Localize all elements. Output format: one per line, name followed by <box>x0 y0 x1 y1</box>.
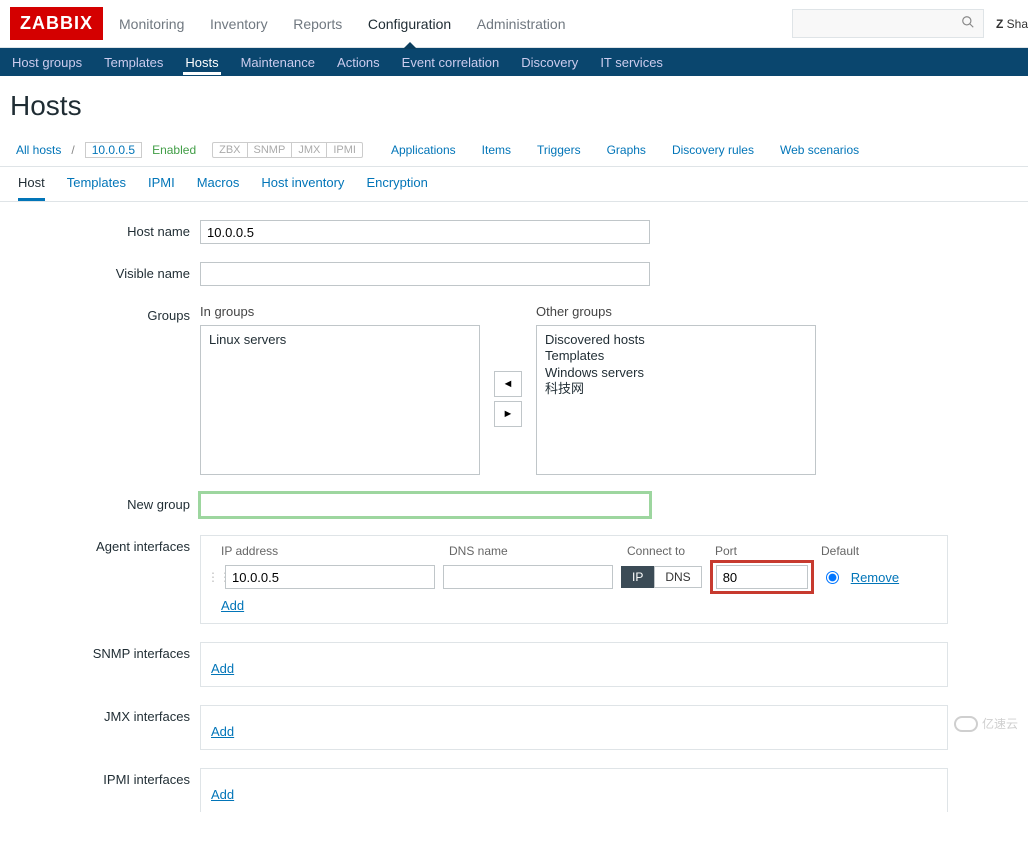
input-newgroup[interactable] <box>200 493 650 517</box>
avail-ipmi: IPMI <box>327 143 362 157</box>
nav-monitoring[interactable]: Monitoring <box>119 16 184 32</box>
subnav-discovery[interactable]: Discovery <box>519 50 580 75</box>
input-dnsname[interactable] <box>443 565 613 589</box>
link-triggers[interactable]: Triggers <box>537 143 581 157</box>
list-item[interactable]: Windows servers <box>545 365 807 381</box>
list-item[interactable]: Templates <box>545 348 807 364</box>
listbox-othergroups[interactable]: Discovered hosts Templates Windows serve… <box>536 325 816 475</box>
breadcrumb-current: 10.0.0.5 <box>85 142 142 158</box>
remove-interface-link[interactable]: Remove <box>851 570 899 585</box>
main-nav: Monitoring Inventory Reports Configurati… <box>119 16 587 32</box>
label-othergroups: Other groups <box>536 304 816 319</box>
link-webscenarios[interactable]: Web scenarios <box>780 143 859 157</box>
watermark: 亿速云 <box>954 715 1018 732</box>
col-ipaddress: IP address <box>221 544 449 558</box>
list-item[interactable]: 科技网 <box>545 381 807 397</box>
label-groups: Groups <box>10 304 200 323</box>
subnav-actions[interactable]: Actions <box>335 50 382 75</box>
header-right: Z Sha <box>792 9 1028 38</box>
label-jmxinterfaces: JMX interfaces <box>10 705 200 724</box>
cloud-icon <box>954 716 978 732</box>
host-tabs: Host Templates IPMI Macros Host inventor… <box>0 167 1028 202</box>
search-input[interactable] <box>793 10 953 37</box>
avail-snmp: SNMP <box>248 143 293 157</box>
input-ipaddress[interactable] <box>225 565 435 589</box>
add-snmp-interface-link[interactable]: Add <box>211 661 234 676</box>
col-port: Port <box>715 544 821 558</box>
filter-row: All hosts / 10.0.0.5 Enabled ZBX SNMP JM… <box>0 134 1028 167</box>
tab-host[interactable]: Host <box>18 175 45 201</box>
jmx-interfaces-box: Add <box>200 705 948 750</box>
label-ingroups: In groups <box>200 304 480 319</box>
subnav-templates[interactable]: Templates <box>102 50 165 75</box>
agent-interfaces-box: IP address DNS name Connect to Port Defa… <box>200 535 948 624</box>
connect-dns-button[interactable]: DNS <box>654 566 701 588</box>
connect-to-toggle: IP DNS <box>621 566 702 588</box>
label-hostname: Host name <box>10 220 200 239</box>
snmp-interfaces-box: Add <box>200 642 948 687</box>
link-graphs[interactable]: Graphs <box>607 143 646 157</box>
avail-jmx: JMX <box>292 143 327 157</box>
tab-ipmi[interactable]: IPMI <box>148 175 175 201</box>
zabbix-logo[interactable]: ZABBIX <box>10 7 103 40</box>
nav-inventory[interactable]: Inventory <box>210 16 268 32</box>
tab-hostinventory[interactable]: Host inventory <box>261 175 344 201</box>
add-ipmi-interface-link[interactable]: Add <box>211 787 234 802</box>
availability-group: ZBX SNMP JMX IPMI <box>212 142 363 158</box>
radio-default[interactable] <box>826 571 839 584</box>
nav-administration[interactable]: Administration <box>477 16 566 32</box>
label-agentinterfaces: Agent interfaces <box>10 535 200 554</box>
list-item[interactable]: Discovered hosts <box>545 332 807 348</box>
port-highlight <box>710 560 814 594</box>
breadcrumb-separator: / <box>71 143 74 157</box>
avail-zbx: ZBX <box>213 143 247 157</box>
host-form: Host name Visible name Groups In groups … <box>0 202 1028 848</box>
link-applications[interactable]: Applications <box>391 143 456 157</box>
link-discoveryrules[interactable]: Discovery rules <box>672 143 754 157</box>
input-visiblename[interactable] <box>200 262 650 286</box>
listbox-ingroups[interactable]: Linux servers <box>200 325 480 475</box>
label-visiblename: Visible name <box>10 262 200 281</box>
ipmi-interfaces-box: Add <box>200 768 948 812</box>
label-snmpinterfaces: SNMP interfaces <box>10 642 200 661</box>
input-hostname[interactable] <box>200 220 650 244</box>
filter-links: Applications Items Triggers Graphs Disco… <box>391 143 859 157</box>
tab-templates[interactable]: Templates <box>67 175 126 201</box>
move-left-button[interactable]: ◄ <box>494 371 522 397</box>
subnav-hosts[interactable]: Hosts <box>183 50 220 75</box>
tab-encryption[interactable]: Encryption <box>366 175 427 201</box>
input-port[interactable] <box>716 565 808 589</box>
subnav-eventcorrelation[interactable]: Event correlation <box>400 50 502 75</box>
drag-handle-icon[interactable]: ⋮⋮ <box>207 570 217 584</box>
interface-row: ⋮⋮ IP DNS Remove <box>207 564 937 590</box>
connect-ip-button[interactable]: IP <box>621 566 654 588</box>
subnav-hostgroups[interactable]: Host groups <box>10 50 84 75</box>
col-default: Default <box>821 544 881 558</box>
page-title: Hosts <box>0 76 1028 134</box>
search-box <box>792 9 984 38</box>
col-connectto: Connect to <box>627 544 715 558</box>
search-icon[interactable] <box>953 11 983 36</box>
subnav-itservices[interactable]: IT services <box>598 50 665 75</box>
breadcrumb-allhosts[interactable]: All hosts <box>16 143 61 157</box>
subnav-maintenance[interactable]: Maintenance <box>239 50 317 75</box>
link-items[interactable]: Items <box>482 143 511 157</box>
nav-reports[interactable]: Reports <box>293 16 342 32</box>
list-item[interactable]: Linux servers <box>209 332 471 348</box>
sub-nav: Host groups Templates Hosts Maintenance … <box>0 48 1028 76</box>
status-enabled[interactable]: Enabled <box>152 143 196 157</box>
col-dnsname: DNS name <box>449 544 627 558</box>
label-newgroup: New group <box>10 493 200 512</box>
add-jmx-interface-link[interactable]: Add <box>211 724 234 739</box>
tab-macros[interactable]: Macros <box>197 175 240 201</box>
main-header: ZABBIX Monitoring Inventory Reports Conf… <box>0 0 1028 48</box>
nav-configuration[interactable]: Configuration <box>368 16 451 32</box>
add-agent-interface-link[interactable]: Add <box>221 598 244 613</box>
move-right-button[interactable]: ► <box>494 401 522 427</box>
share-link[interactable]: Z Sha <box>996 17 1028 31</box>
label-ipmiinterfaces: IPMI interfaces <box>10 768 200 787</box>
